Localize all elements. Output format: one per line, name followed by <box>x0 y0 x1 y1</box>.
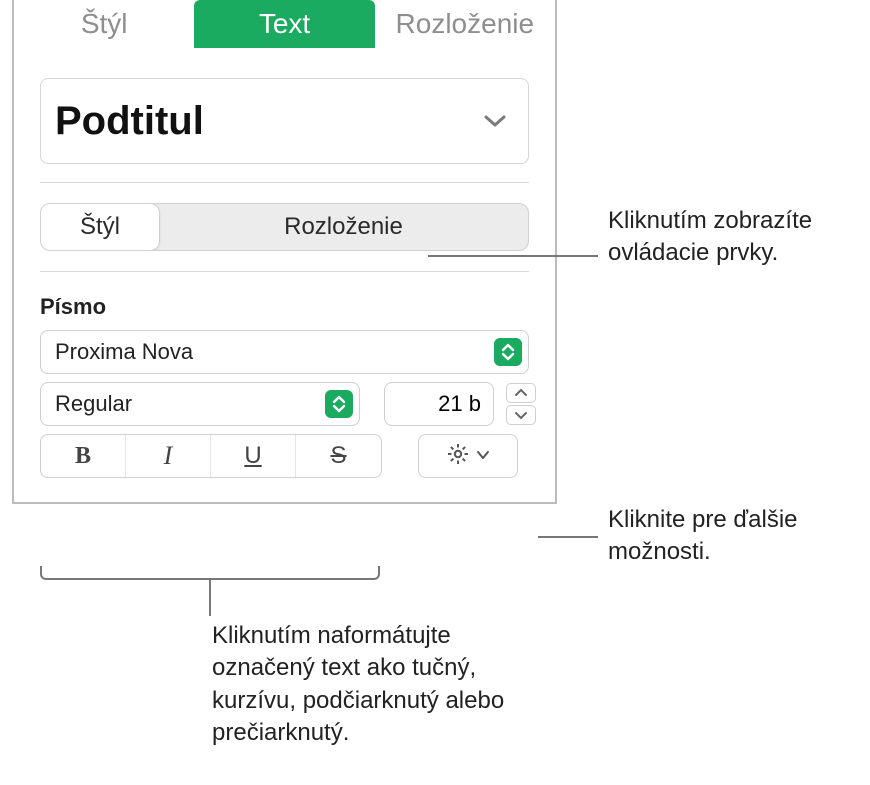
divider <box>40 182 529 183</box>
font-section-label: Písmo <box>40 294 529 320</box>
bold-button[interactable]: B <box>41 435 126 477</box>
sub-tab-style[interactable]: Štýl <box>40 203 160 251</box>
font-family-select[interactable]: Proxima Nova <box>40 330 529 374</box>
stepper-down-button[interactable] <box>506 405 536 425</box>
tab-layout[interactable]: Rozloženie <box>375 0 555 48</box>
tab-text[interactable]: Text <box>194 0 374 48</box>
text-format-group: B I U S <box>40 434 382 478</box>
tab-style[interactable]: Štýl <box>14 0 194 48</box>
divider <box>40 271 529 272</box>
sub-tab-layout[interactable]: Rozloženie <box>159 204 528 250</box>
callout-bracket <box>40 566 380 580</box>
font-weight-value: Regular <box>55 391 132 417</box>
callout-line <box>428 255 598 257</box>
chevron-down-icon <box>476 447 490 465</box>
font-size-stepper <box>506 382 536 426</box>
dropdown-icon <box>325 390 353 418</box>
font-family-value: Proxima Nova <box>55 339 193 365</box>
underline-button[interactable]: U <box>211 435 296 477</box>
inspector-panel: Štýl Text Rozloženie Podtitul Štýl Rozlo… <box>12 0 557 504</box>
chevron-down-icon <box>484 114 506 128</box>
sub-segmented-control: Štýl Rozloženie <box>40 203 529 251</box>
top-tabs: Štýl Text Rozloženie <box>14 0 555 48</box>
callout-line <box>209 580 211 616</box>
font-size-value: 21 b <box>438 391 481 417</box>
font-weight-select[interactable]: Regular <box>40 382 360 426</box>
font-size-field[interactable]: 21 b <box>384 382 494 426</box>
paragraph-style-label: Podtitul <box>55 99 204 144</box>
callout-layout-controls: Kliknutím zobrazíte ovládacie prvky. <box>608 205 858 270</box>
paragraph-style-dropdown[interactable]: Podtitul <box>40 78 529 164</box>
italic-button[interactable]: I <box>126 435 211 477</box>
strikethrough-button[interactable]: S <box>296 435 381 477</box>
dropdown-icon <box>494 338 522 366</box>
callout-format-text: Kliknutím naformátujte označený text ako… <box>212 620 542 750</box>
callout-more-options: Kliknite pre ďalšie možnosti. <box>608 504 858 569</box>
callout-line <box>538 536 598 538</box>
stepper-up-button[interactable] <box>506 383 536 403</box>
advanced-options-button[interactable] <box>418 434 518 478</box>
gear-icon <box>446 442 470 471</box>
